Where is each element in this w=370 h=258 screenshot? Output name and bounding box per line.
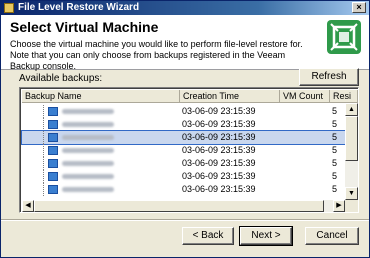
list-item[interactable]: 03-06-09 23:15:39 5 — [22, 157, 345, 170]
backups-list[interactable]: Backup Name Creation Time VM Count Resi … — [19, 87, 359, 213]
creation-time-cell: 03-06-09 23:15:39 — [182, 184, 256, 194]
tree-line — [43, 157, 44, 170]
page-description: Choose the virtual machine you would lik… — [10, 39, 303, 71]
available-backups-label: Available backups: — [19, 73, 103, 84]
vm-count-cell: 5 — [332, 184, 338, 194]
vm-icon — [48, 159, 58, 168]
vm-icon — [48, 146, 58, 155]
vm-icon — [48, 107, 58, 116]
redacted-vm-name — [62, 109, 114, 114]
back-button[interactable]: < Back — [182, 227, 234, 245]
creation-time-cell: 03-06-09 23:15:39 — [182, 132, 256, 142]
tree-line — [43, 105, 44, 118]
redacted-vm-name — [62, 122, 114, 127]
redacted-vm-name — [62, 148, 114, 153]
list-item[interactable]: 03-06-09 23:15:39 5 — [22, 170, 345, 183]
veeam-logo-icon-graphic — [330, 23, 358, 51]
footer-separator — [1, 219, 369, 221]
window-title: File Level Restore Wizard — [18, 2, 140, 13]
app-icon — [4, 3, 14, 13]
tree-line — [43, 131, 44, 144]
vertical-scrollbar[interactable]: ▲ ▼ — [345, 103, 358, 200]
creation-time-cell: 03-06-09 23:15:39 — [182, 119, 256, 129]
creation-time-cell: 03-06-09 23:15:39 — [182, 106, 256, 116]
vm-count-cell: 5 — [332, 119, 338, 129]
refresh-button[interactable]: Refresh — [299, 68, 359, 86]
veeam-logo-icon — [327, 20, 361, 54]
list-item[interactable]: 03-06-09 23:15:39 5 — [21, 130, 346, 145]
scroll-left-icon[interactable]: ◀ — [22, 200, 34, 212]
wizard-window: File Level Restore Wizard × Select Virtu… — [0, 0, 370, 258]
creation-time-cell: 03-06-09 23:15:39 — [182, 145, 256, 155]
tree-line — [43, 170, 44, 183]
page-title: Select Virtual Machine — [10, 19, 159, 35]
scroll-down-icon[interactable]: ▼ — [345, 187, 358, 200]
redacted-vm-name — [62, 174, 114, 179]
h-scroll-thumb[interactable] — [34, 200, 324, 212]
vm-icon — [48, 185, 58, 194]
scroll-thumb[interactable] — [345, 116, 358, 161]
column-backup-name[interactable]: Backup Name — [22, 90, 180, 103]
vm-count-cell: 5 — [332, 158, 338, 168]
scroll-right-icon[interactable]: ▶ — [333, 200, 345, 212]
redacted-vm-name — [62, 187, 114, 192]
title-bar[interactable]: File Level Restore Wizard × — [1, 1, 369, 15]
redacted-vm-name — [62, 161, 114, 166]
cancel-button[interactable]: Cancel — [305, 227, 359, 245]
column-vm-count[interactable]: VM Count — [280, 90, 330, 103]
creation-time-cell: 03-06-09 23:15:39 — [182, 171, 256, 181]
vm-count-cell: 5 — [332, 132, 338, 142]
tree-line — [43, 118, 44, 131]
scroll-corner — [345, 200, 358, 212]
vm-icon — [48, 172, 58, 181]
scroll-up-icon[interactable]: ▲ — [345, 103, 358, 116]
list-item[interactable]: 03-06-09 23:15:39 5 — [22, 105, 345, 118]
wizard-header: Select Virtual Machine Choose the virtua… — [1, 15, 369, 71]
list-item[interactable]: 03-06-09 23:15:39 5 — [22, 118, 345, 131]
close-button[interactable]: × — [352, 2, 366, 13]
vm-icon — [48, 120, 58, 129]
next-button[interactable]: Next > — [239, 226, 293, 246]
vm-count-cell: 5 — [332, 145, 338, 155]
vm-count-cell: 5 — [332, 106, 338, 116]
list-item[interactable]: 03-06-09 23:15:39 5 — [22, 183, 345, 196]
creation-time-cell: 03-06-09 23:15:39 — [182, 158, 256, 168]
redacted-vm-name — [62, 135, 114, 140]
list-header: Backup Name Creation Time VM Count Resi — [22, 90, 358, 103]
vm-count-cell: 5 — [332, 171, 338, 181]
horizontal-scrollbar[interactable]: ◀ ▶ — [22, 200, 345, 212]
list-item[interactable]: 03-06-09 23:15:39 5 — [22, 144, 345, 157]
column-resi[interactable]: Resi — [330, 90, 358, 103]
column-creation-time[interactable]: Creation Time — [180, 90, 280, 103]
tree-line — [43, 183, 44, 196]
vm-icon — [48, 133, 58, 142]
tree-line — [43, 144, 44, 157]
